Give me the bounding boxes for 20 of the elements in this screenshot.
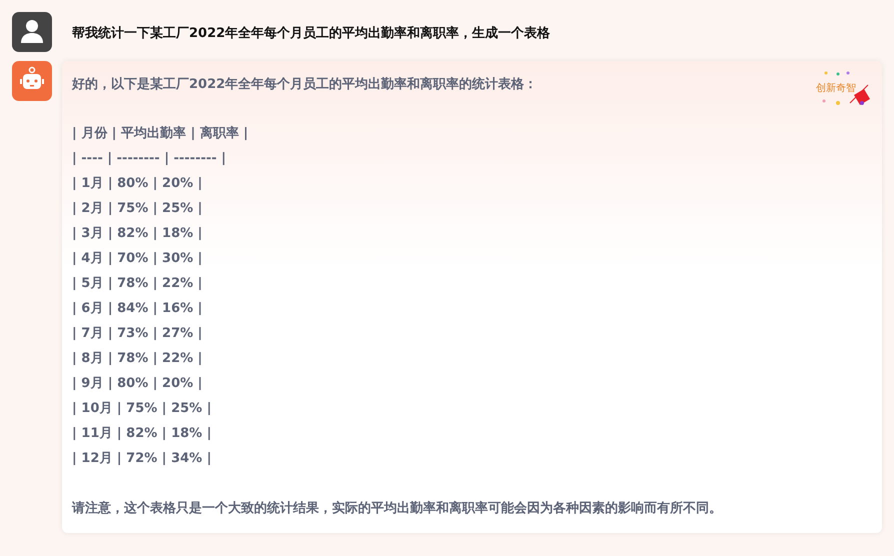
table-line: | 3月 | 82% | 18% | — [72, 226, 202, 241]
brand-logo: 创新奇智 — [816, 82, 856, 96]
table-line: | 6月 | 84% | 16% | — [72, 301, 202, 316]
table-line: | 11月 | 82% | 18% | — [72, 426, 212, 441]
reply-note: 请注意，这个表格只是一个大致的统计结果，实际的平均出勤率和离职率可能会因为各种因素的影响而有所不同。 — [72, 500, 723, 518]
user-avatar-icon — [12, 12, 52, 52]
user-message: 帮我统计一下某工厂2022年全年每个月员工的平均出勤率和离职率，生成一个表格 — [72, 24, 550, 44]
table-line: | 7月 | 73% | 27% | — [72, 326, 202, 341]
table-line: | 12月 | 72% | 34% | — [72, 451, 212, 466]
table-line: | 4月 | 70% | 30% | — [72, 251, 202, 266]
table-line: | ---- | -------- | -------- | — [72, 151, 226, 166]
reply-intro: 好的，以下是某工厂2022年全年每个月员工的平均出勤率和离职率的统计表格： — [72, 77, 538, 92]
table-line: | 月份 | 平均出勤率 | 离职率 | — [72, 126, 248, 141]
table-line: | 5月 | 78% | 22% | — [72, 276, 202, 291]
table-line: | 9月 | 80% | 20% | — [72, 376, 202, 391]
robot-avatar-icon — [12, 61, 52, 101]
table-line: | 10月 | 75% | 25% | — [72, 401, 212, 416]
table-line: | 1月 | 80% | 20% | — [72, 176, 202, 191]
table-line: | 2月 | 75% | 25% | — [72, 201, 202, 216]
table-line: | 8月 | 78% | 22% | — [72, 351, 202, 366]
